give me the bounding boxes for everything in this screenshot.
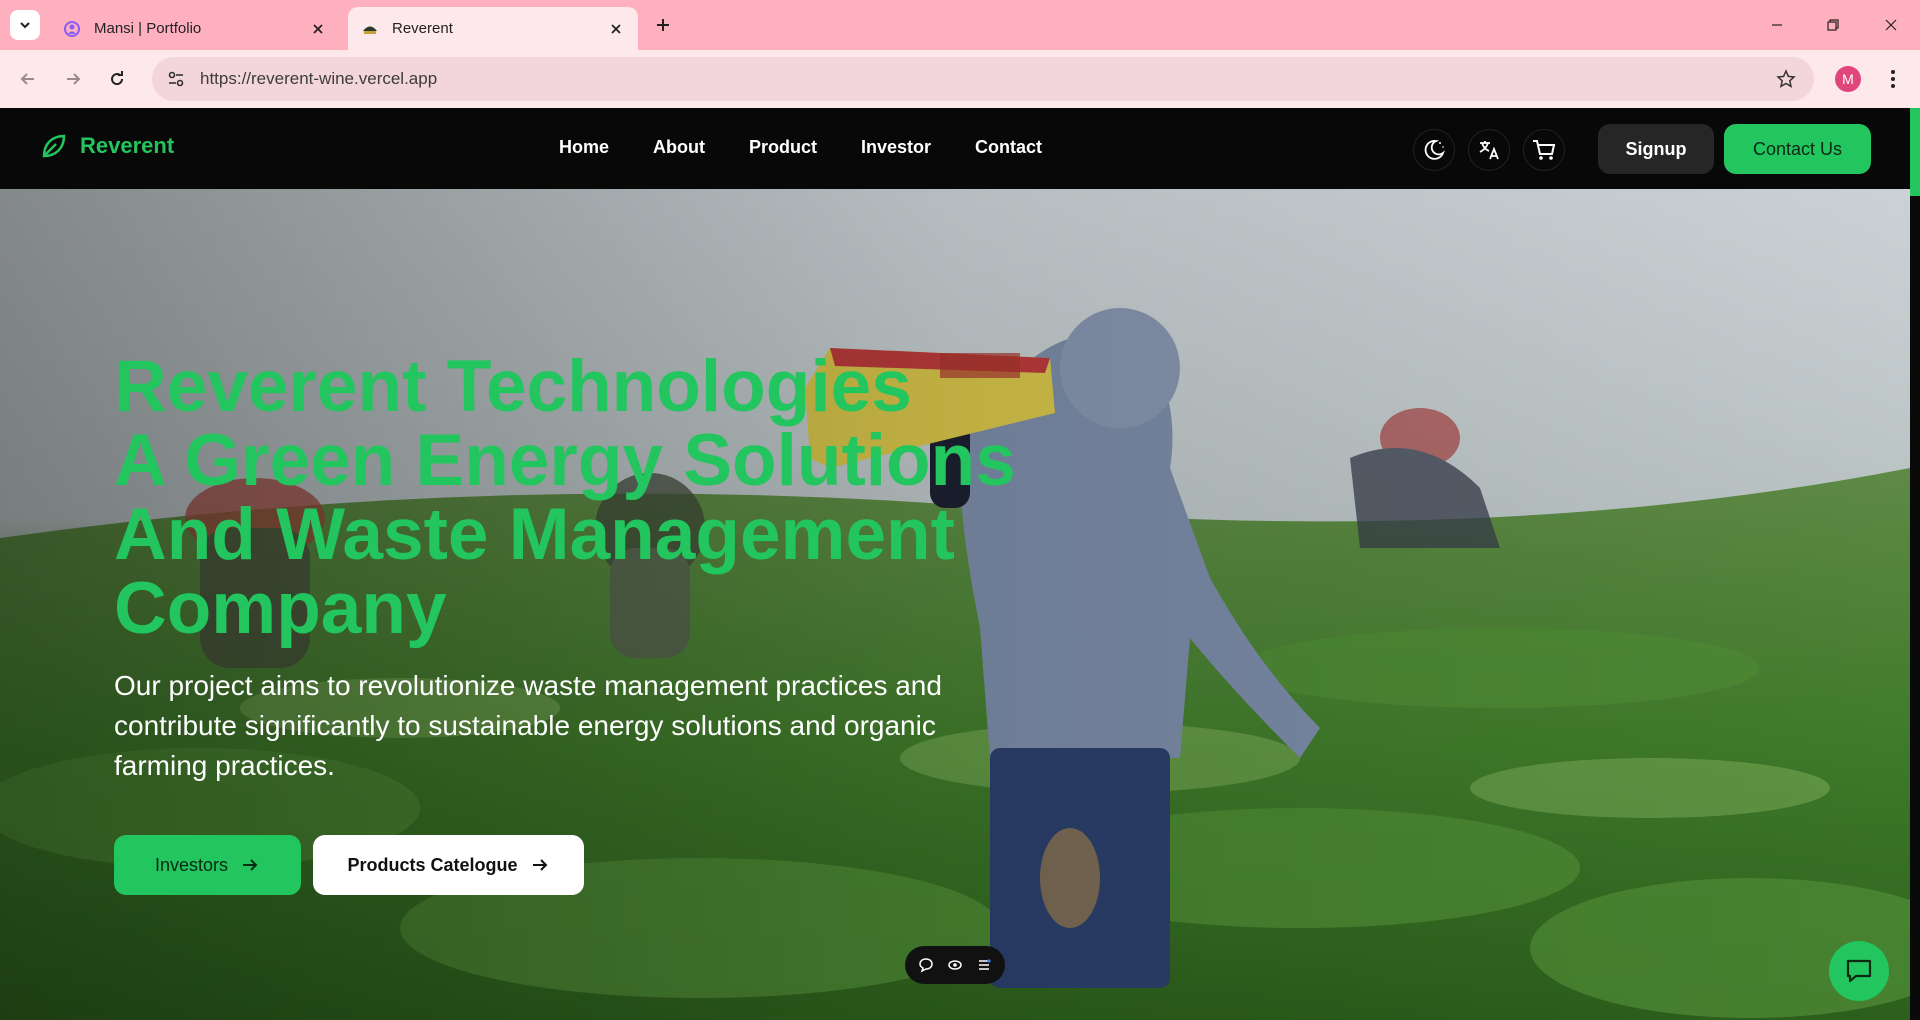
tab-title: Mansi | Portfolio [94, 20, 202, 37]
translate-icon [1479, 141, 1499, 160]
close-icon[interactable] [308, 19, 328, 39]
hero-title-line: Company [114, 568, 447, 649]
hero-title-line: Reverent Technologies [114, 346, 912, 427]
cart-button[interactable] [1523, 129, 1565, 171]
close-icon [1885, 19, 1897, 31]
arrow-right-icon [243, 859, 258, 871]
star-icon [1776, 69, 1796, 88]
tune-icon [168, 71, 184, 87]
nav-link-contact[interactable]: Contact [975, 137, 1042, 158]
nav-link-investor[interactable]: Investor [861, 137, 931, 158]
plus-icon [657, 19, 669, 31]
reverent-favicon-icon [360, 19, 380, 39]
page-scrollbar[interactable] [1910, 108, 1920, 1020]
arrow-right-icon [532, 859, 547, 871]
forward-button[interactable] [58, 64, 88, 94]
new-tab-button[interactable] [650, 12, 676, 38]
nav-link-product[interactable]: Product [749, 137, 817, 158]
contact-us-button[interactable]: Contact Us [1724, 124, 1871, 174]
hero-subtitle: Our project aims to revolutionize waste … [114, 670, 942, 781]
browser-tab-bar: Mansi | Portfolio Reverent [0, 0, 1920, 50]
scrollbar-thumb[interactable] [1910, 108, 1920, 196]
bookmark-button[interactable] [1768, 61, 1804, 97]
restore-icon [1827, 19, 1839, 31]
reload-button[interactable] [102, 64, 132, 94]
restore-button[interactable] [1818, 10, 1848, 40]
close-window-button[interactable] [1876, 10, 1906, 40]
nav-link-home[interactable]: Home [559, 137, 609, 158]
minimize-button[interactable] [1762, 10, 1792, 40]
hero-title-line: A Green Energy Solutions [114, 420, 1016, 501]
browser-toolbar: https://reverent-wine.vercel.app M [0, 50, 1920, 108]
main-nav: Home About Product Investor Contact [559, 137, 1042, 158]
floating-toolbar [905, 946, 1005, 984]
brand-logo-link[interactable]: Reverent [40, 132, 174, 160]
site-info-button[interactable] [158, 61, 194, 97]
investors-button[interactable]: Investors [114, 835, 301, 895]
address-bar[interactable]: https://reverent-wine.vercel.app [152, 57, 1814, 101]
url-text[interactable]: https://reverent-wine.vercel.app [200, 69, 1768, 89]
portfolio-favicon-icon [62, 19, 82, 39]
arrow-left-icon [20, 73, 34, 85]
hero-title-line: And Waste Management [114, 494, 955, 575]
language-button[interactable] [1468, 129, 1510, 171]
comment-icon[interactable] [918, 957, 934, 973]
hero-title: Reverent Technologies A Green Energy Sol… [114, 350, 1114, 646]
close-icon[interactable] [606, 19, 626, 39]
minimize-icon [1772, 24, 1782, 26]
theme-toggle-icon [1424, 140, 1445, 160]
back-button[interactable] [13, 64, 43, 94]
leaf-icon [42, 134, 66, 158]
catalogue-button-label: Products Catelogue [347, 854, 518, 875]
chat-bubble-icon [1846, 959, 1872, 983]
eye-icon[interactable] [947, 957, 963, 973]
list-icon[interactable] [976, 957, 992, 973]
site-header: Reverent Home About Product Investor Con… [0, 108, 1910, 189]
chat-widget-button[interactable] [1829, 941, 1889, 1001]
chevron-down-icon [20, 22, 30, 29]
brand-name: Reverent [80, 133, 175, 158]
cart-icon [1533, 140, 1556, 160]
tab-reverent[interactable]: Reverent [348, 7, 638, 50]
nav-link-about[interactable]: About [653, 137, 705, 158]
signup-button[interactable]: Signup [1598, 124, 1714, 174]
arrow-right-icon [67, 73, 81, 85]
tab-search-button[interactable] [10, 10, 40, 40]
browser-menu-button[interactable] [1878, 64, 1908, 94]
tab-title: Reverent [392, 20, 453, 37]
profile-avatar[interactable]: M [1835, 66, 1861, 92]
tab-portfolio[interactable]: Mansi | Portfolio [50, 7, 340, 50]
products-catalogue-button[interactable]: Products Catelogue [313, 835, 584, 895]
investors-button-label: Investors [154, 854, 229, 875]
theme-toggle-button[interactable] [1413, 129, 1455, 171]
more-vertical-icon [1891, 70, 1895, 88]
web-page: Reverent Home About Product Investor Con… [0, 108, 1920, 1020]
reload-icon [111, 71, 124, 86]
